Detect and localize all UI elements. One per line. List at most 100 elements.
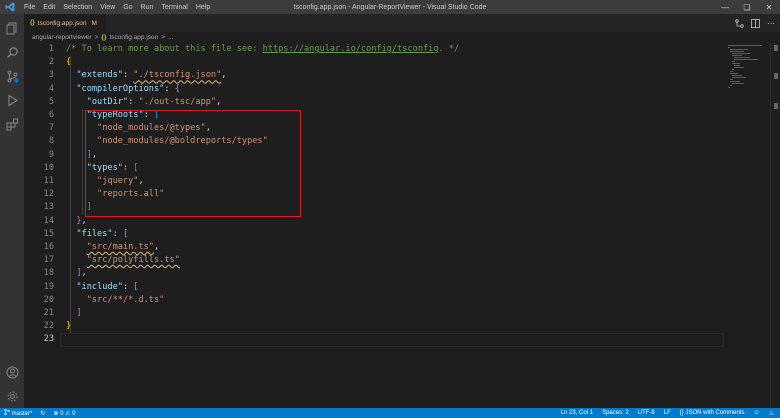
run-debug-icon[interactable] xyxy=(4,92,20,108)
tab-tsconfig-app-json[interactable]: {} tsconfig.app.json M xyxy=(24,14,106,32)
modified-indicator: M xyxy=(91,19,97,27)
menu-bar: File Edit Selection View Go Run Terminal… xyxy=(20,4,214,11)
account-icon[interactable] xyxy=(4,364,20,380)
status-bar: master* ↻ ⊗ 0 ⚠ 0 Ln 23, Col 1 Spaces: 2… xyxy=(0,408,780,418)
encoding[interactable]: UTF-8 xyxy=(638,410,655,416)
indentation[interactable]: Spaces: 2 xyxy=(602,410,629,416)
menu-edit[interactable]: Edit xyxy=(39,4,59,11)
indent-guide xyxy=(82,109,83,215)
highlight-annotation-box xyxy=(85,109,301,217)
menu-file[interactable]: File xyxy=(20,4,39,11)
code-line[interactable]: "compilerOptions": { xyxy=(66,83,180,96)
close-button[interactable]: ✕ xyxy=(758,0,780,14)
open-changes-icon[interactable] xyxy=(734,18,744,28)
code-line[interactable]: "src/**/*.d.ts" xyxy=(66,294,165,307)
code-token: "./tsconfig.json" xyxy=(133,70,222,81)
code-token: : xyxy=(122,70,134,81)
code-token: , xyxy=(221,70,227,81)
cursor-position[interactable]: Ln 23, Col 1 xyxy=(561,410,593,416)
line-number: 1 xyxy=(48,44,54,54)
code-line[interactable]: "src/polyfills.ts" xyxy=(66,254,180,267)
more-actions-icon[interactable]: ⋯ xyxy=(766,18,776,28)
source-control-icon[interactable] xyxy=(4,68,20,84)
line-number: 5 xyxy=(48,96,54,107)
warning-icon: ⚠ xyxy=(65,410,71,417)
code-line[interactable]: "outDir": "./out-tsc/app", xyxy=(66,96,222,109)
code-token: . */ xyxy=(438,44,460,54)
line-ending[interactable]: LF xyxy=(664,410,671,416)
search-icon[interactable] xyxy=(4,44,20,60)
editor-tab-bar: {} tsconfig.app.json M ⋯ xyxy=(24,14,780,32)
code-token: "files" xyxy=(76,228,113,239)
code-token: : xyxy=(112,228,123,239)
line-number: 8 xyxy=(48,136,54,147)
vertical-scrollbar[interactable] xyxy=(770,43,780,408)
indent-guide xyxy=(70,56,71,334)
explorer-icon[interactable] xyxy=(4,20,20,36)
code-editor[interactable]: 1 2 3 4 5 6 7 8 9 10 11 12 13 14 15 16 17 18 19 20 21 22 23 /*… xyxy=(24,43,780,408)
settings-gear-icon[interactable] xyxy=(4,388,20,404)
code-token: , xyxy=(216,96,222,107)
breadcrumb-file[interactable]: tsconfig.app.json xyxy=(109,34,158,41)
line-number: 7 xyxy=(48,123,54,134)
menu-selection[interactable]: Selection xyxy=(59,4,96,11)
code-line[interactable]: "src/main.ts", xyxy=(66,241,159,254)
branch-name: master* xyxy=(11,411,33,417)
scroll-marker xyxy=(774,103,778,109)
title-bar: File Edit Selection View Go Run Terminal… xyxy=(0,0,780,14)
menu-go[interactable]: Go xyxy=(119,4,136,11)
line-number: 20 xyxy=(43,294,54,305)
git-branch-icon xyxy=(4,408,10,416)
line-number: 19 xyxy=(43,281,54,292)
branch-indicator[interactable]: master* xyxy=(4,408,33,417)
breadcrumb-symbol[interactable]: ... xyxy=(168,34,173,41)
breadcrumb-folder[interactable]: angular-reportviewer xyxy=(32,34,92,41)
line-number: 17 xyxy=(43,255,54,266)
scroll-marker xyxy=(774,45,778,51)
line-number: 12 xyxy=(43,189,54,200)
code-link[interactable]: https://angular.io/config/tsconfig xyxy=(263,44,439,54)
line-number: 6 xyxy=(48,110,54,120)
minimize-button[interactable]: — xyxy=(714,0,736,14)
line-number: 11 xyxy=(43,176,54,186)
line-number: 16 xyxy=(43,242,54,252)
menu-terminal[interactable]: Terminal xyxy=(157,4,191,11)
menu-run[interactable]: Run xyxy=(137,4,158,11)
tab-label: tsconfig.app.json xyxy=(37,19,87,27)
error-count: 0 xyxy=(60,410,64,417)
language-mode[interactable]: {} JSON with Comments xyxy=(680,410,745,416)
line-number: 10 xyxy=(43,162,54,173)
code-line[interactable]: "files": [ xyxy=(66,228,128,241)
line-number: 2 xyxy=(48,57,54,68)
code-line[interactable]: "include": [ xyxy=(66,281,138,294)
split-editor-icon[interactable] xyxy=(750,18,760,28)
code-line[interactable]: ] xyxy=(66,307,81,320)
code-token: [ xyxy=(122,228,129,239)
code-token: "src/**/*.d.ts" xyxy=(86,294,165,305)
menu-help[interactable]: Help xyxy=(192,4,214,11)
line-number: 22 xyxy=(43,321,54,332)
code-token: "compilerOptions" xyxy=(76,83,165,94)
feedback-icon[interactable]: ☺ xyxy=(753,410,759,416)
scroll-marker xyxy=(774,73,778,79)
sync-icon[interactable]: ↻ xyxy=(40,410,45,417)
language-label: JSON with Comments xyxy=(685,410,745,416)
line-number: 4 xyxy=(48,83,54,94)
maximize-button[interactable]: ❏ xyxy=(736,0,758,14)
line-number: 15 xyxy=(43,228,54,239)
line-number: 23 xyxy=(43,334,54,345)
warning-count: 0 xyxy=(72,410,76,417)
code-line[interactable]: /* To learn more about this file see: ht… xyxy=(66,43,459,56)
minimap[interactable] xyxy=(726,43,770,113)
code-token: : xyxy=(128,96,139,107)
code-token: : xyxy=(164,83,175,94)
notifications-bell-icon[interactable]: ♨ xyxy=(769,410,774,417)
problems-indicator[interactable]: ⊗ 0 ⚠ 0 xyxy=(53,410,75,417)
extensions-icon[interactable] xyxy=(4,116,20,132)
line-number: 14 xyxy=(43,215,54,226)
code-line[interactable]: "extends": "./tsconfig.json", xyxy=(66,69,226,82)
breadcrumb-separator: > xyxy=(161,34,166,41)
code-token: [ xyxy=(133,281,139,292)
menu-view[interactable]: View xyxy=(96,4,119,11)
